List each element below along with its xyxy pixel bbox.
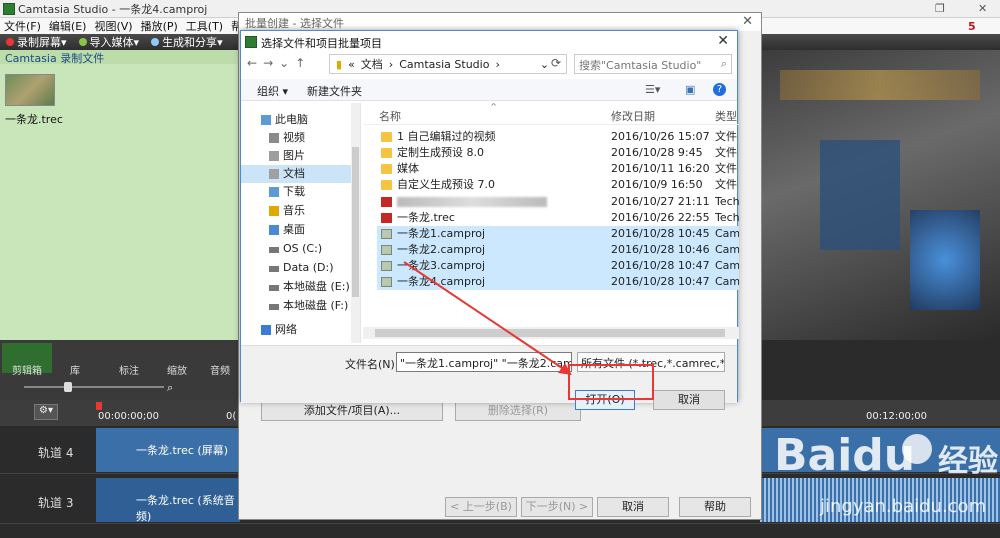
watermark-url: jingyan.baidu.com xyxy=(820,496,987,517)
open-button-highlight xyxy=(568,364,654,400)
paw-icon xyxy=(902,434,932,464)
watermark-brand: Baidu xyxy=(774,430,916,481)
watermark-sub: 经验 xyxy=(938,444,998,479)
baidu-watermark: Baidu 经验 jingyan.baidu.com xyxy=(768,424,998,528)
